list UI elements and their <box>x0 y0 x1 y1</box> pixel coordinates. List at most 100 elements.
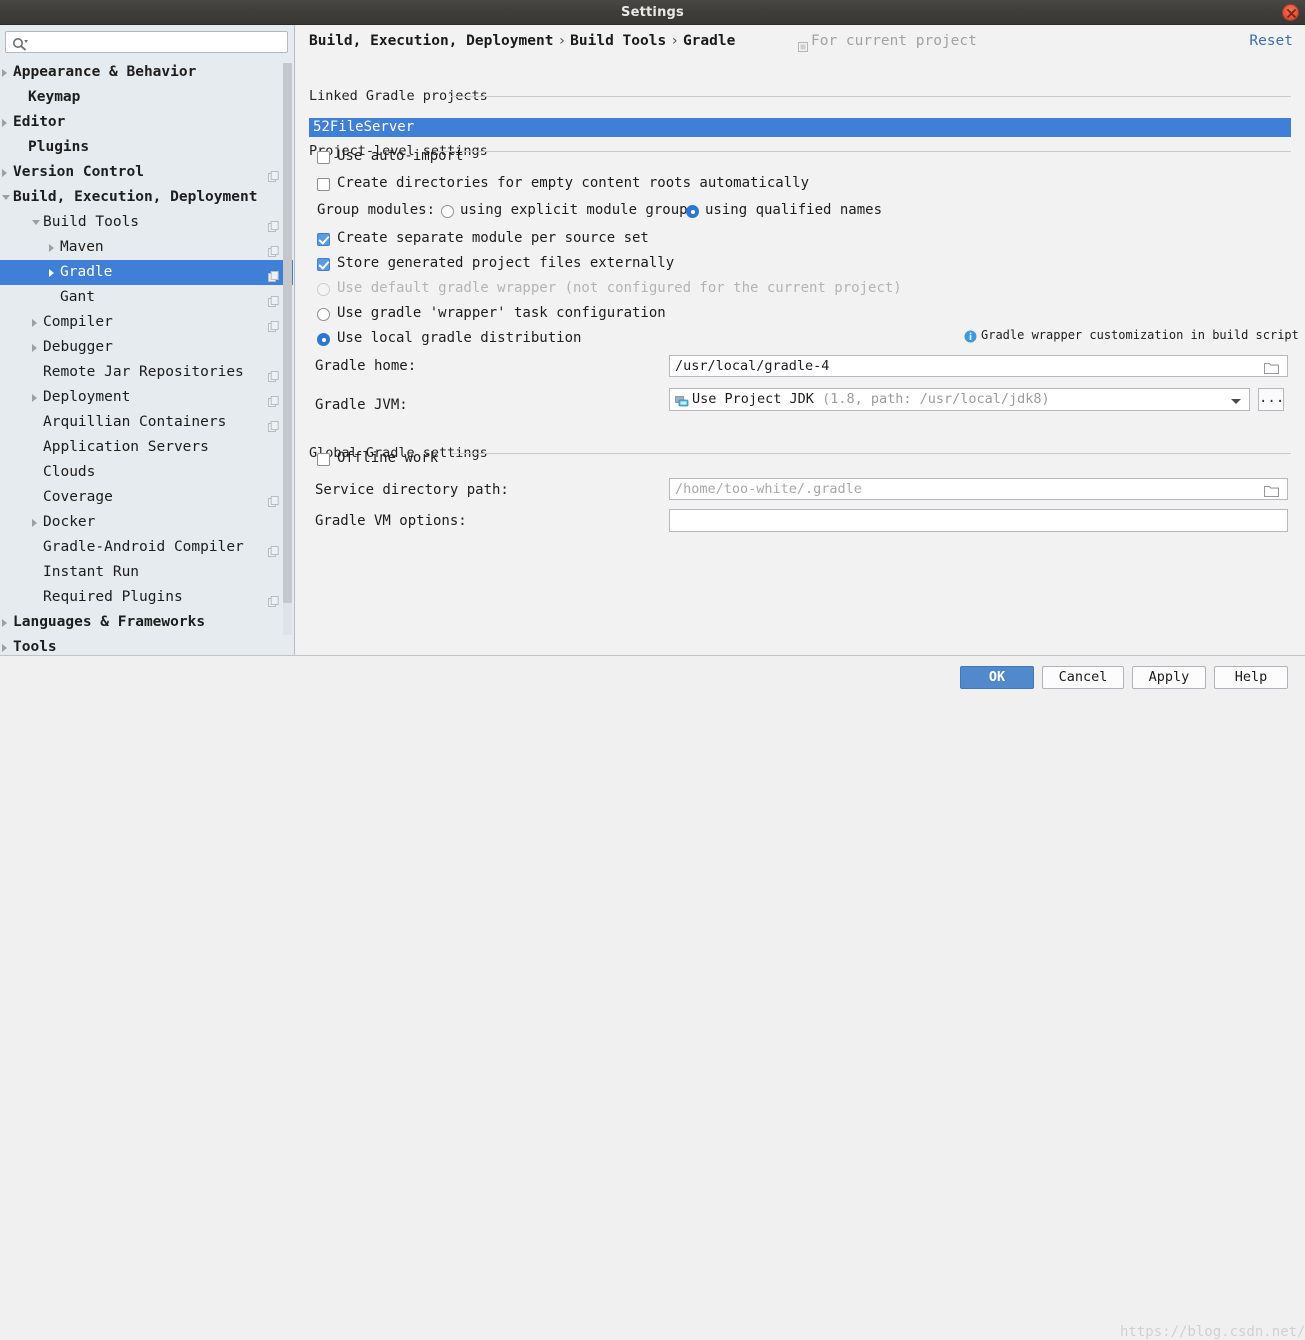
radio-local-gradle-distribution[interactable] <box>317 333 330 346</box>
sidebar-item-docker[interactable]: Docker <box>0 510 293 535</box>
checkbox-use-auto-import[interactable] <box>317 151 330 164</box>
folder-browse-icon[interactable] <box>1263 482 1300 501</box>
sidebar-item-build-execution-deployment[interactable]: Build, Execution, Deployment <box>0 185 293 210</box>
radio-default-gradle-wrapper <box>317 283 330 296</box>
sidebar-item-compiler[interactable]: Compiler <box>0 310 293 335</box>
sidebar-item-debugger[interactable]: Debugger <box>0 335 293 360</box>
sidebar-item-label: Gradle <box>60 264 113 280</box>
breadcrumb-item[interactable]: Build, Execution, Deployment <box>309 33 553 49</box>
reset-link[interactable]: Reset <box>1249 33 1293 49</box>
sidebar-item-tools[interactable]: Tools <box>0 635 293 655</box>
radio-explicit-module-groups[interactable] <box>441 205 454 218</box>
sidebar-item-gradle-android-compiler[interactable]: Gradle-Android Compiler <box>0 535 293 560</box>
chevron-right-icon[interactable] <box>32 344 37 352</box>
checkbox-offline-work[interactable] <box>317 453 330 466</box>
chevron-right-icon[interactable] <box>32 319 37 327</box>
search-box[interactable] <box>5 31 288 53</box>
global-settings-rule <box>451 453 1291 454</box>
sidebar-item-label: Gant <box>60 289 95 305</box>
sidebar-item-label: Compiler <box>43 314 113 330</box>
sidebar-item-plugins[interactable]: Plugins <box>0 135 293 160</box>
checkbox-store-generated-externally-label: Store generated project files externally <box>337 255 675 271</box>
sidebar-item-label: Coverage <box>43 489 113 505</box>
chevron-right-icon[interactable] <box>2 644 7 652</box>
sidebar-item-label: Maven <box>60 239 104 255</box>
sidebar-item-label: Deployment <box>43 389 131 405</box>
sidebar-item-build-tools[interactable]: Build Tools <box>0 210 293 235</box>
gradle-home-label: Gradle home: <box>315 358 417 374</box>
sidebar-item-label: Editor <box>13 114 66 130</box>
gradle-jvm-dropdown[interactable]: Use Project JDK (1.8, path: /usr/local/j… <box>669 388 1250 411</box>
breadcrumb-item[interactable]: Gradle <box>683 33 735 49</box>
chevron-right-icon[interactable] <box>32 519 37 527</box>
checkbox-separate-module-per-source-set-label: Create separate module per source set <box>337 230 649 246</box>
gradle-home-input[interactable]: /usr/local/gradle-4 <box>669 355 1288 377</box>
sidebar-item-maven[interactable]: Maven <box>0 235 293 260</box>
wrapper-info-text: Gradle wrapper customization in build sc… <box>981 328 1299 342</box>
gradle-jvm-detail: (1.8, path: /usr/local/jdk8) <box>822 391 1050 407</box>
sidebar-item-deployment[interactable]: Deployment <box>0 385 293 410</box>
sidebar-item-label: Languages & Frameworks <box>13 614 206 630</box>
sidebar-item-remote-jar-repositories[interactable]: Remote Jar Repositories <box>0 360 293 385</box>
chevron-right-icon[interactable] <box>2 619 7 627</box>
radio-qualified-names-label: using qualified names <box>705 202 883 218</box>
sidebar-item-label: Debugger <box>43 339 113 355</box>
sidebar-item-arquillian-containers[interactable]: Arquillian Containers <box>0 410 293 435</box>
sidebar-item-version-control[interactable]: Version Control <box>0 160 293 185</box>
sidebar-item-languages-frameworks[interactable]: Languages & Frameworks <box>0 610 293 635</box>
chevron-down-icon[interactable] <box>1231 399 1241 404</box>
chevron-down-icon[interactable] <box>32 220 40 225</box>
checkbox-store-generated-externally[interactable] <box>317 258 330 271</box>
settings-tree: Appearance & Behavior Keymap Editor Plugins… <box>0 60 293 655</box>
radio-gradle-wrapper-task[interactable] <box>317 308 330 321</box>
sidebar-scrollbar[interactable] <box>283 63 292 635</box>
chevron-right-icon[interactable] <box>32 394 37 402</box>
chevron-right-icon[interactable] <box>2 169 7 177</box>
chevron-right-icon[interactable] <box>2 119 7 127</box>
chevron-right-icon[interactable] <box>49 244 54 252</box>
breadcrumb-item[interactable]: Build Tools <box>570 33 666 49</box>
sidebar-scrollbar-thumb[interactable] <box>283 63 292 603</box>
sidebar-item-keymap[interactable]: Keymap <box>0 85 293 110</box>
service-directory-label: Service directory path: <box>315 482 509 498</box>
gradle-vm-options-label: Gradle VM options: <box>315 513 467 529</box>
settings-main-panel: Build, Execution, Deployment › Build Tools… <box>296 25 1305 655</box>
sidebar-item-gradle[interactable]: Gradle <box>0 260 293 285</box>
breadcrumb-separator: › <box>557 33 567 49</box>
sidebar-item-label: Plugins <box>28 139 90 155</box>
sidebar-item-label: Gradle-Android Compiler <box>43 539 244 555</box>
sidebar-item-instant-run[interactable]: Instant Run <box>0 560 293 585</box>
sidebar-item-application-servers[interactable]: Application Servers <box>0 435 293 460</box>
chevron-down-icon[interactable] <box>2 195 10 200</box>
service-directory-input[interactable]: /home/too-white/.gradle <box>669 478 1288 500</box>
checkbox-separate-module-per-source-set[interactable] <box>317 233 330 246</box>
sidebar-item-label: Keymap <box>28 89 81 105</box>
help-button[interactable]: Help <box>1214 666 1288 689</box>
radio-explicit-module-groups-label: using explicit module groups <box>460 202 697 218</box>
chevron-right-icon[interactable] <box>2 69 7 77</box>
sidebar-item-label: Required Plugins <box>43 589 183 605</box>
group-modules-label: Group modules: <box>317 202 436 218</box>
ok-button[interactable]: OK <box>960 666 1034 689</box>
linked-project-item[interactable]: 52FileServer <box>309 118 1291 137</box>
watermark: https://blog.csdn.net/too_white <box>1120 1324 1305 1340</box>
gradle-vm-options-input[interactable] <box>669 509 1288 532</box>
checkbox-create-directories[interactable] <box>317 178 330 191</box>
chevron-right-icon[interactable] <box>49 269 54 277</box>
apply-button[interactable]: Apply <box>1132 666 1206 689</box>
gradle-jvm-browse-button[interactable]: ... <box>1258 388 1284 411</box>
sidebar-item-clouds[interactable]: Clouds <box>0 460 293 485</box>
sidebar-item-appearance-behavior[interactable]: Appearance & Behavior <box>0 60 293 85</box>
sidebar-item-editor[interactable]: Editor <box>0 110 293 135</box>
info-icon <box>964 328 977 347</box>
search-input[interactable] <box>34 33 284 51</box>
sidebar-item-coverage[interactable]: Coverage <box>0 485 293 510</box>
folder-browse-icon[interactable] <box>1263 359 1300 378</box>
sidebar-item-gant[interactable]: Gant <box>0 285 293 310</box>
radio-qualified-names[interactable] <box>686 205 699 218</box>
sidebar-item-required-plugins[interactable]: Required Plugins <box>0 585 293 610</box>
close-icon[interactable] <box>1282 4 1299 21</box>
cancel-button[interactable]: Cancel <box>1042 666 1124 689</box>
sidebar-item-label: Remote Jar Repositories <box>43 364 244 380</box>
radio-default-gradle-wrapper-label: Use default gradle wrapper (not configur… <box>337 280 902 296</box>
